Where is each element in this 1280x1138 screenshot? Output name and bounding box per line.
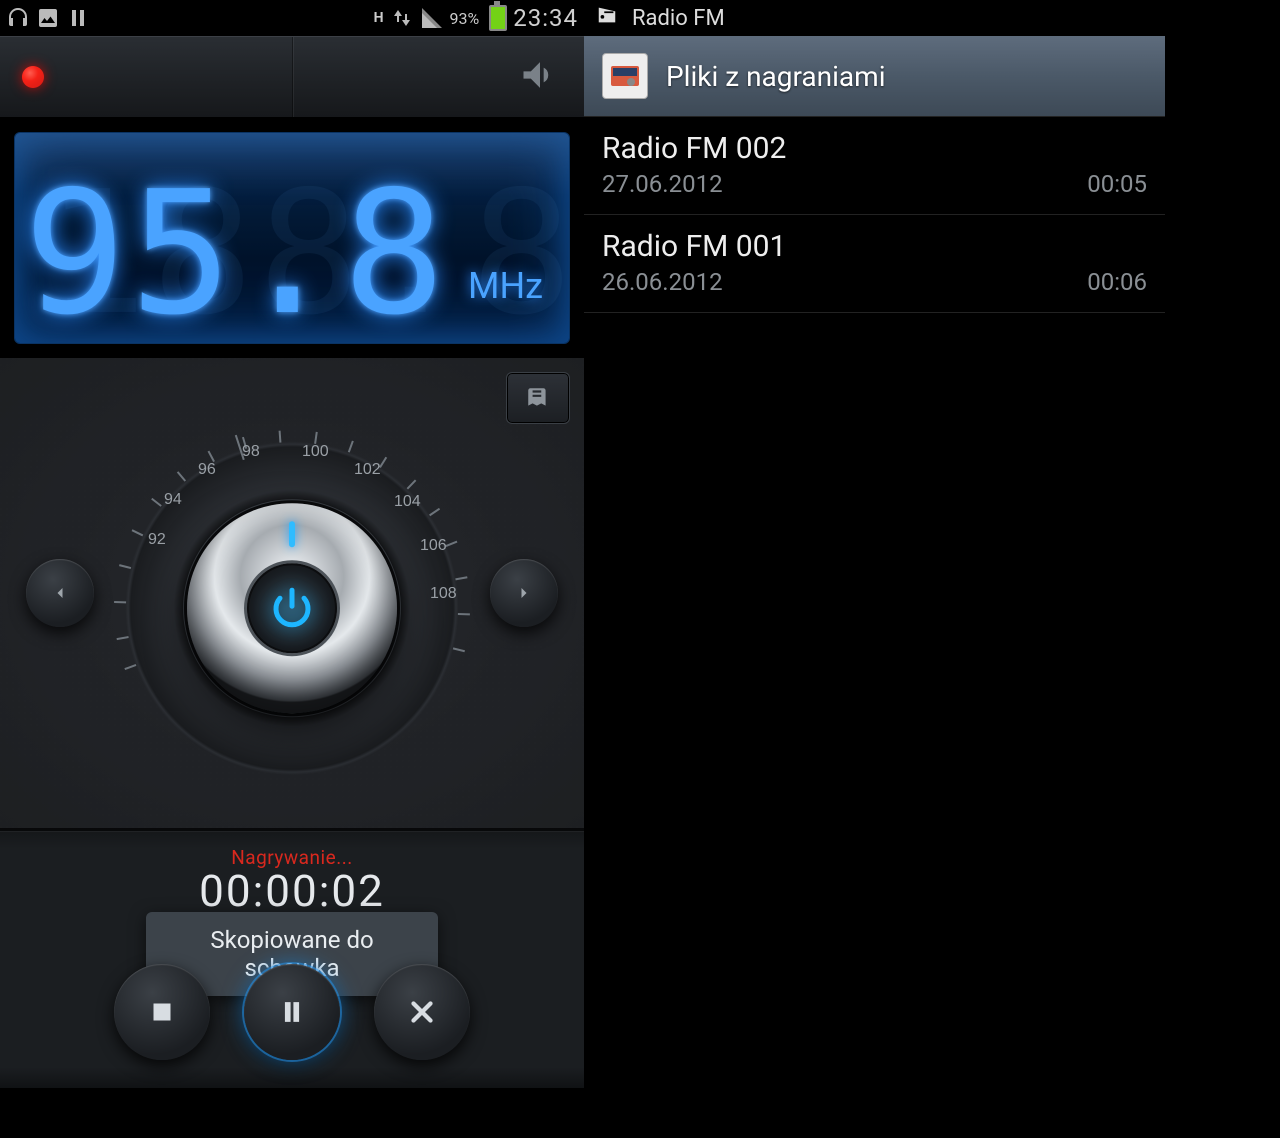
svg-text:108: 108 <box>430 585 457 602</box>
recording-title: Radio FM 002 <box>602 131 1147 166</box>
svg-text:92: 92 <box>148 531 166 548</box>
status-bar: H 93% 23:34 <box>0 0 584 36</box>
network-type: H <box>374 10 384 26</box>
recording-duration: 00:05 <box>1087 170 1147 198</box>
tuning-knob[interactable] <box>187 503 397 713</box>
frequency-unit: MHz <box>468 265 543 307</box>
svg-text:98: 98 <box>242 443 260 460</box>
svg-text:102: 102 <box>354 461 381 478</box>
recordings-header: Pliki z nagraniami <box>584 36 1165 117</box>
recording-title: Radio FM 001 <box>602 229 1147 264</box>
recording-date: 26.06.2012 <box>602 268 723 296</box>
status-bar-right: Radio FM <box>584 0 1165 36</box>
headphones-icon <box>6 6 30 30</box>
radio-app-screen: H 93% 23:34 188.8 95.8 MHz <box>0 0 584 1036</box>
pause-recording-button[interactable] <box>244 964 340 1060</box>
speaker-button[interactable] <box>518 53 562 101</box>
next-station-button[interactable] <box>490 559 558 627</box>
battery-percent: 93% <box>450 9 480 28</box>
frequency-value: 95.8 <box>24 155 449 344</box>
signal-icon <box>420 6 444 30</box>
radio-top-bar <box>0 36 584 118</box>
cancel-button[interactable] <box>374 964 470 1060</box>
svg-text:94: 94 <box>164 491 182 508</box>
svg-text:104: 104 <box>394 493 421 510</box>
tuner-area: 92 94 96 98 100 102 104 106 108 <box>0 358 584 828</box>
recording-elapsed: 00:00:02 <box>0 865 584 917</box>
radio-icon <box>594 4 620 32</box>
frequency-display: 188.8 95.8 MHz <box>14 132 570 344</box>
prev-station-button[interactable] <box>26 559 94 627</box>
pause-icon <box>66 6 90 30</box>
record-indicator[interactable] <box>22 66 44 88</box>
recording-row[interactable]: Radio FM 002 27.06.2012 00:05 <box>584 117 1165 215</box>
power-button[interactable] <box>247 563 337 653</box>
svg-text:96: 96 <box>198 461 216 478</box>
tuning-dial[interactable]: 92 94 96 98 100 102 104 106 108 <box>102 418 482 798</box>
recording-row[interactable]: Radio FM 001 26.06.2012 00:06 <box>584 215 1165 313</box>
recordings-list: Radio FM 002 27.06.2012 00:05 Radio FM 0… <box>584 117 1165 313</box>
svg-text:100: 100 <box>302 443 329 460</box>
save-preset-button[interactable] <box>506 372 570 424</box>
svg-text:106: 106 <box>420 537 447 554</box>
image-icon <box>36 6 60 30</box>
battery-icon <box>489 5 507 31</box>
recordings-list-screen: Radio FM Pliki z nagraniami Radio FM 002… <box>584 0 1165 1036</box>
stop-button[interactable] <box>114 964 210 1060</box>
recording-date: 27.06.2012 <box>602 170 723 198</box>
app-icon <box>602 53 648 99</box>
recording-panel: Nagrywanie... 00:00:02 Skopiowane do sch… <box>0 828 584 1088</box>
header-title: Pliki z nagraniami <box>666 60 886 93</box>
data-arrows-icon <box>390 6 414 30</box>
clock: 23:34 <box>513 4 578 32</box>
recording-duration: 00:06 <box>1087 268 1147 296</box>
app-title: Radio FM <box>632 6 725 31</box>
